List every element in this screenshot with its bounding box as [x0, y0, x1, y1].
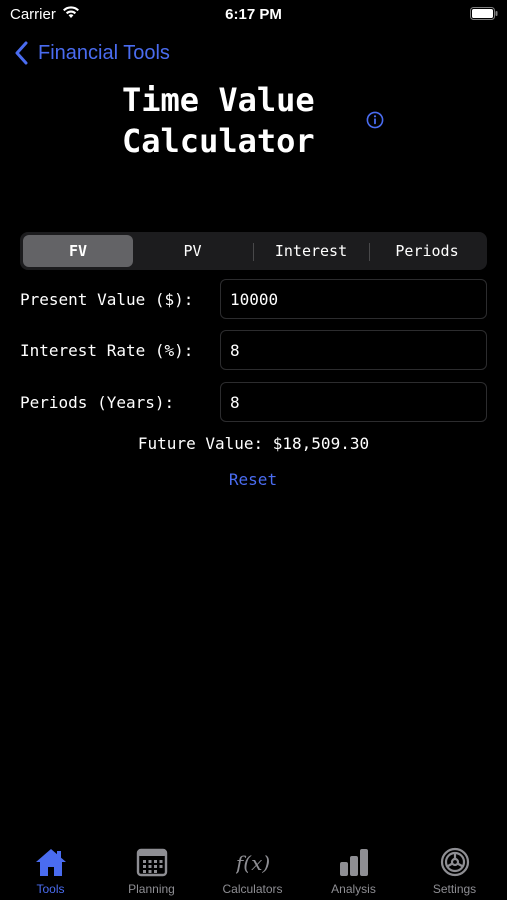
status-time: 6:17 PM	[225, 6, 282, 23]
interest-rate-label: Interest Rate (%):	[20, 341, 194, 360]
segment-periods-label: Periods	[395, 242, 459, 260]
segment-pv[interactable]: PV	[136, 235, 249, 267]
tab-analysis-label: Analysis	[331, 882, 376, 896]
tab-settings[interactable]: Settings	[404, 846, 505, 900]
segment-interest-label: Interest	[274, 242, 348, 260]
tab-planning[interactable]: Planning	[101, 846, 202, 900]
battery-icon	[470, 7, 498, 20]
future-value-result: Future Value: $18,509.30	[137, 434, 370, 453]
home-icon	[35, 849, 66, 876]
periods-input[interactable]	[220, 382, 487, 422]
tab-planning-label: Planning	[128, 882, 175, 896]
chevron-left-icon	[15, 41, 28, 65]
tab-bar: Tools Planning ƒ(x) Calculators Analysis	[0, 836, 507, 900]
mode-segmented-control: FV PV Interest Periods	[20, 232, 487, 270]
gear-icon	[440, 847, 469, 877]
segment-interest[interactable]: Interest	[254, 235, 368, 267]
status-bar: Carrier 6:17 PM	[0, 0, 507, 30]
segment-periods[interactable]: Periods	[370, 235, 484, 267]
tab-calculators[interactable]: ƒ(x) Calculators	[202, 846, 303, 900]
function-icon: ƒ(x)	[236, 851, 270, 875]
interest-rate-input[interactable]	[220, 330, 487, 370]
tab-calculators-label: Calculators	[222, 882, 283, 896]
tab-tools-label: Tools	[36, 882, 65, 896]
svg-text:ƒ(x): ƒ(x)	[236, 851, 270, 875]
tab-settings-label: Settings	[432, 882, 477, 896]
page-title-line-1: Time Value	[122, 81, 315, 119]
segment-fv-label: FV	[68, 242, 88, 260]
tab-analysis[interactable]: Analysis	[303, 846, 404, 900]
present-value-label: Present Value ($):	[20, 290, 194, 309]
segment-fv[interactable]: FV	[23, 235, 133, 267]
back-button-label: Financial Tools	[38, 41, 170, 64]
back-button[interactable]: Financial Tools	[14, 38, 170, 68]
present-value-input[interactable]	[220, 279, 487, 319]
bar-chart-icon	[339, 849, 368, 876]
page-title: Time Value Calculator	[122, 80, 362, 162]
segment-pv-label: PV	[183, 242, 202, 260]
page-title-line-2: Calculator	[122, 122, 315, 160]
periods-label: Periods (Years):	[20, 393, 175, 412]
info-icon[interactable]	[366, 111, 384, 129]
reset-button[interactable]: Reset	[203, 466, 303, 492]
tab-tools[interactable]: Tools	[0, 846, 101, 900]
calendar-icon	[136, 848, 167, 877]
